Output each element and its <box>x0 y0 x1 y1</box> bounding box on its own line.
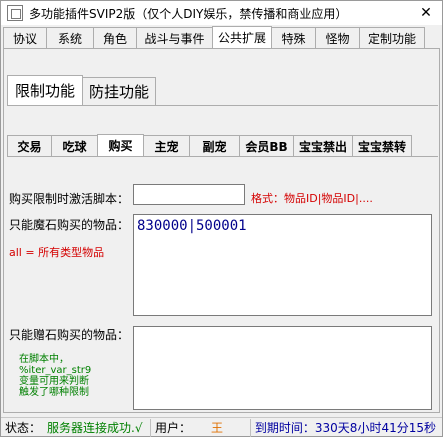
tab-restriction-functions[interactable]: 限制功能 <box>7 75 83 105</box>
expire-label: 到期时间： <box>254 421 315 435</box>
level3-tab-strip: 交易 吃球 购买 主宠 副宠 会员BB 宝宝禁出 宝宝禁转 <box>7 134 412 157</box>
user-value: 王 <box>211 421 224 435</box>
magic-stone-label: 只能魔石购买的物品： <box>9 218 130 232</box>
magic-stone-items-value: 830000|500001 <box>137 218 247 234</box>
tab-custom-functions[interactable]: 定制功能 <box>359 27 425 48</box>
user-label: 用户： <box>155 421 192 435</box>
gift-stone-items-textarea[interactable] <box>133 326 432 410</box>
tab-protocol[interactable]: 协议 <box>3 27 47 48</box>
expire-value: 330天8小时41分15秒 <box>314 421 436 435</box>
tab-character[interactable]: 角色 <box>93 27 137 48</box>
tab-monsters[interactable]: 怪物 <box>315 27 360 48</box>
magic-stone-items-textarea[interactable]: 830000|500001 <box>133 214 432 316</box>
tab-member-bb[interactable]: 会员BB <box>239 135 294 156</box>
gift-stone-label: 只能赠石购买的物品： <box>9 328 130 342</box>
tab-sub-pet[interactable]: 副宠 <box>189 135 240 156</box>
tab-special[interactable]: 特殊 <box>271 27 316 48</box>
title-bar: 多功能插件SVIP2版（仅个人DIY娱乐，禁传播和商业应用） ✕ <box>1 1 442 25</box>
script-variable-note: 在脚本中， %iter_var_str9 变量可用来判断 触发了哪种限制 <box>19 354 92 398</box>
status-section: 状态： 服务器连接成功.√ <box>1 418 151 437</box>
format-hint: 格式：物品ID|物品ID|.... <box>251 192 373 205</box>
tab-trade[interactable]: 交易 <box>7 135 52 156</box>
tab-public-extensions[interactable]: 公共扩展 <box>212 26 272 48</box>
all-items-hint: all = 所有类型物品 <box>9 246 105 259</box>
expire-section: 到期时间： 330天8小时41分15秒 <box>251 419 440 437</box>
level2-tab-divider <box>7 105 438 106</box>
status-label: 状态： <box>5 421 42 435</box>
window-title: 多功能插件SVIP2版（仅个人DIY娱乐，禁传播和商业应用） <box>29 6 348 21</box>
tab-main-pet[interactable]: 主宠 <box>143 135 190 156</box>
tab-pet-no-summon[interactable]: 宝宝禁出 <box>293 135 353 156</box>
tab-system[interactable]: 系统 <box>46 27 94 48</box>
tab-pet-no-transfer[interactable]: 宝宝禁转 <box>352 135 412 156</box>
tab-anti-cheat-functions[interactable]: 防挂功能 <box>82 77 156 105</box>
user-section: 用户： 王 <box>151 418 251 437</box>
status-value: 服务器连接成功.√ <box>47 421 143 435</box>
level2-tab-strip: 限制功能 防挂功能 <box>7 75 156 107</box>
limit-script-input[interactable] <box>133 184 245 205</box>
top-tab-strip: 协议 系统 角色 战斗与事件 公共扩展 特殊 怪物 定制功能 <box>3 26 440 49</box>
close-button[interactable]: ✕ <box>416 3 436 23</box>
app-window: 多功能插件SVIP2版（仅个人DIY娱乐，禁传播和商业应用） ✕ 协议 系统 角… <box>0 0 443 437</box>
tab-purchase[interactable]: 购买 <box>97 134 144 156</box>
status-bar: 状态： 服务器连接成功.√ 用户： 王 到期时间： 330天8小时41分15秒 <box>1 417 442 437</box>
limit-script-label: 购买限制时激活脚本： <box>9 192 130 206</box>
app-icon <box>7 5 23 21</box>
tab-battle-events[interactable]: 战斗与事件 <box>136 27 213 48</box>
tab-eat-ball[interactable]: 吃球 <box>51 135 98 156</box>
